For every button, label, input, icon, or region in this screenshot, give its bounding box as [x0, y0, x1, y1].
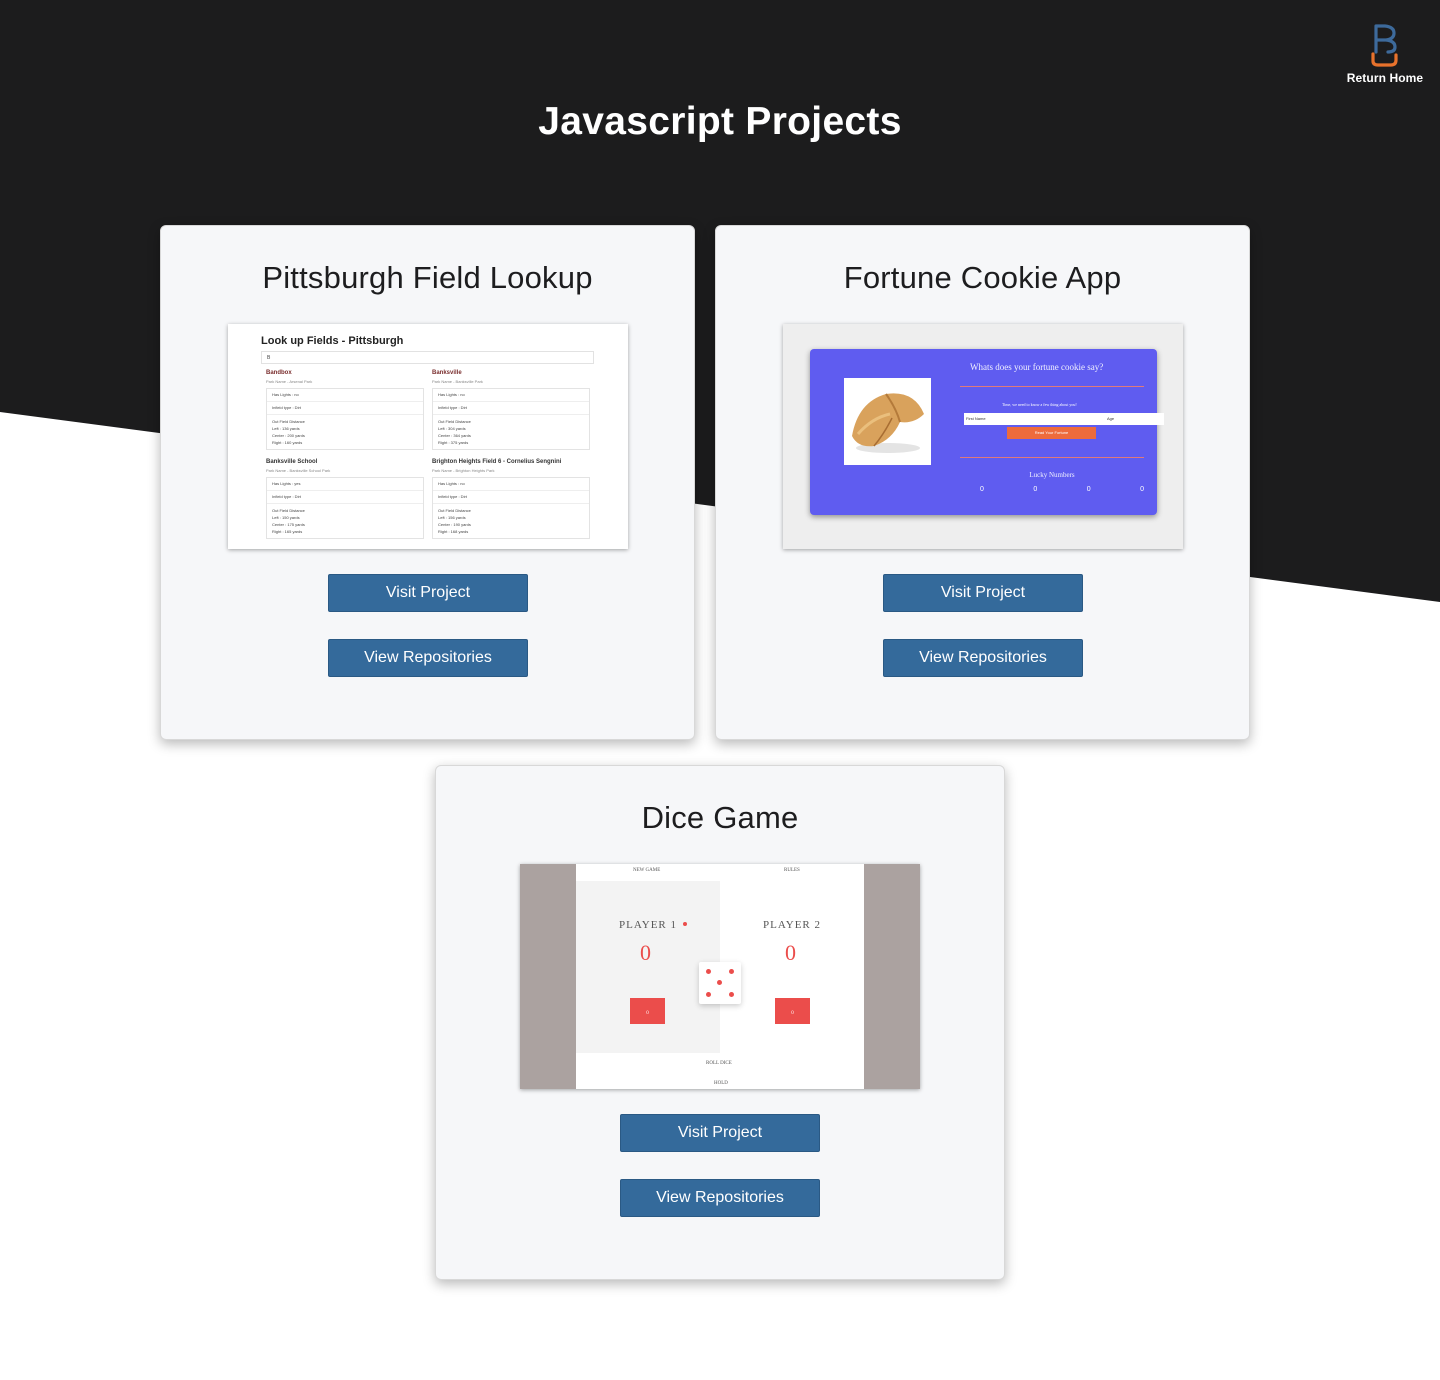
active-player-dot — [683, 922, 687, 926]
preview-field-card: Bandbox Park Name - Arsenal Park Has Lig… — [266, 370, 424, 450]
project-card-fortune-cookie-app: Fortune Cookie App Whats does your fortu… — [715, 225, 1250, 740]
preview-search-box: B — [261, 351, 594, 364]
read-fortune-button: Read Your Fortune — [1007, 427, 1096, 439]
field-lights: Has Lights : no — [433, 478, 589, 491]
field-right: Right : 160 yards — [272, 440, 303, 445]
preview-heading: Look up Fields - Pittsburgh — [261, 335, 404, 347]
age-field: Age — [1050, 413, 1164, 425]
hold-label: HOLD — [714, 1081, 728, 1086]
project-screenshot: NEW GAME RULES PLAYER 1 PLAYER 2 0 0 0 0… — [520, 864, 920, 1089]
field-name: Banksville — [432, 370, 462, 376]
field-right: Right : 375 yards — [438, 440, 469, 445]
preview-field-card: Banksville Park Name - Banksville Park H… — [432, 370, 590, 450]
lucky-numbers-title: Lucky Numbers — [1029, 471, 1075, 479]
lucky-numbers: 0 0 0 0 — [980, 486, 1144, 493]
fortune-cookie-icon — [852, 393, 924, 453]
field-right: Right : 165 yards — [272, 529, 303, 534]
visit-project-button[interactable]: Visit Project — [328, 574, 528, 612]
view-repositories-button[interactable]: View Repositories — [883, 639, 1083, 677]
field-name: Banksville School — [266, 459, 318, 465]
field-infield: Infield type : Dirt — [267, 491, 423, 504]
field-lights: Has Lights : no — [433, 389, 589, 402]
project-card-dice-game: Dice Game NEW GAME RULES PLAYER 1 PLAYER… — [435, 765, 1005, 1280]
divider — [960, 386, 1144, 387]
new-game-label: NEW GAME — [633, 868, 661, 873]
field-infield: Infield type : Dirt — [433, 402, 589, 415]
view-repositories-button[interactable]: View Repositories — [620, 1179, 820, 1217]
lucky-number: 0 — [1033, 486, 1038, 493]
field-right: Right : 168 yards — [438, 529, 469, 534]
preview-field-card: Brighton Heights Field 6 - Cornelius Sen… — [432, 459, 590, 539]
project-title: Fortune Cookie App — [843, 260, 1122, 295]
b-logo-icon — [1371, 24, 1398, 67]
field-center: Center : 190 yards — [438, 522, 471, 527]
player1-score: 0 — [640, 940, 651, 965]
park-name: Park Name - Banksville Park — [432, 379, 483, 384]
project-card-pittsburgh-field-lookup: Pittsburgh Field Lookup Look up Fields -… — [160, 225, 695, 740]
preview-field-card: Banksville School Park Name - Banksville… — [266, 459, 424, 539]
field-distance-title: Out Field Distance — [272, 508, 305, 513]
fortune-panel: Whats does your fortune cookie say? Time… — [810, 349, 1164, 515]
field-name: Brighton Heights Field 6 - Cornelius Sen… — [432, 459, 562, 465]
return-home-label: Return Home — [1346, 71, 1424, 85]
project-title: Pittsburgh Field Lookup — [262, 260, 593, 295]
park-name: Park Name - Banksville School Park — [266, 468, 331, 473]
field-distance-title: Out Field Distance — [438, 508, 471, 513]
lucky-number: 0 — [980, 486, 984, 493]
field-left: Left : 156 yards — [438, 515, 466, 520]
view-repositories-button[interactable]: View Repositories — [328, 639, 528, 677]
return-home-link[interactable]: Return Home — [1345, 22, 1425, 85]
park-name: Park Name - Brighton Heights Park — [432, 468, 495, 473]
field-center: Center : 200 yards — [272, 433, 305, 438]
player2-label: PLAYER 2 — [763, 919, 822, 931]
field-infield: Infield type : Dirt — [267, 402, 423, 415]
field-lights: Has Lights : yes — [267, 478, 423, 491]
field-distance-title: Out Field Distance — [438, 419, 471, 424]
field-infield: Infield type : Dirt — [433, 491, 589, 504]
field-lights: Has Lights : no — [267, 389, 423, 402]
player1-current: 0 — [630, 998, 665, 1024]
divider — [960, 457, 1144, 458]
lucky-number: 0 — [1086, 486, 1091, 493]
field-left: Left : 304 yards — [438, 426, 466, 431]
fortune-question: Whats does your fortune cookie say? — [970, 362, 1104, 372]
field-name: Bandbox — [266, 370, 292, 376]
player2-score: 0 — [785, 940, 796, 965]
dice-icon — [699, 962, 741, 1004]
visit-project-button[interactable]: Visit Project — [620, 1114, 820, 1152]
fortune-subtitle: Time, we need to know a few thing about … — [1002, 402, 1077, 407]
project-screenshot: Look up Fields - Pittsburgh B Bandbox Pa… — [228, 324, 628, 549]
field-distance-title: Out Field Distance — [272, 419, 305, 424]
field-center: Center : 175 yards — [272, 522, 305, 527]
rules-label: RULES — [784, 868, 800, 873]
project-title: Dice Game — [641, 800, 799, 835]
roll-dice-label: ROLL DICE — [706, 1061, 732, 1066]
project-screenshot: Whats does your fortune cookie say? Time… — [783, 324, 1183, 549]
lucky-number: 0 — [1140, 486, 1144, 493]
field-left: Left : 136 yards — [272, 426, 300, 431]
field-left: Left : 150 yards — [272, 515, 300, 520]
field-center: Center : 364 yards — [438, 433, 471, 438]
visit-project-button[interactable]: Visit Project — [883, 574, 1083, 612]
player2-current: 0 — [775, 998, 810, 1024]
park-name: Park Name - Arsenal Park — [266, 379, 313, 384]
first-name-field: First Name — [964, 413, 1050, 425]
dice-board: NEW GAME RULES PLAYER 1 PLAYER 2 0 0 0 0… — [576, 864, 864, 1089]
page-title: Javascript Projects — [538, 100, 902, 143]
fortune-cookie-image — [844, 378, 931, 465]
player1-label: PLAYER 1 — [619, 919, 678, 931]
